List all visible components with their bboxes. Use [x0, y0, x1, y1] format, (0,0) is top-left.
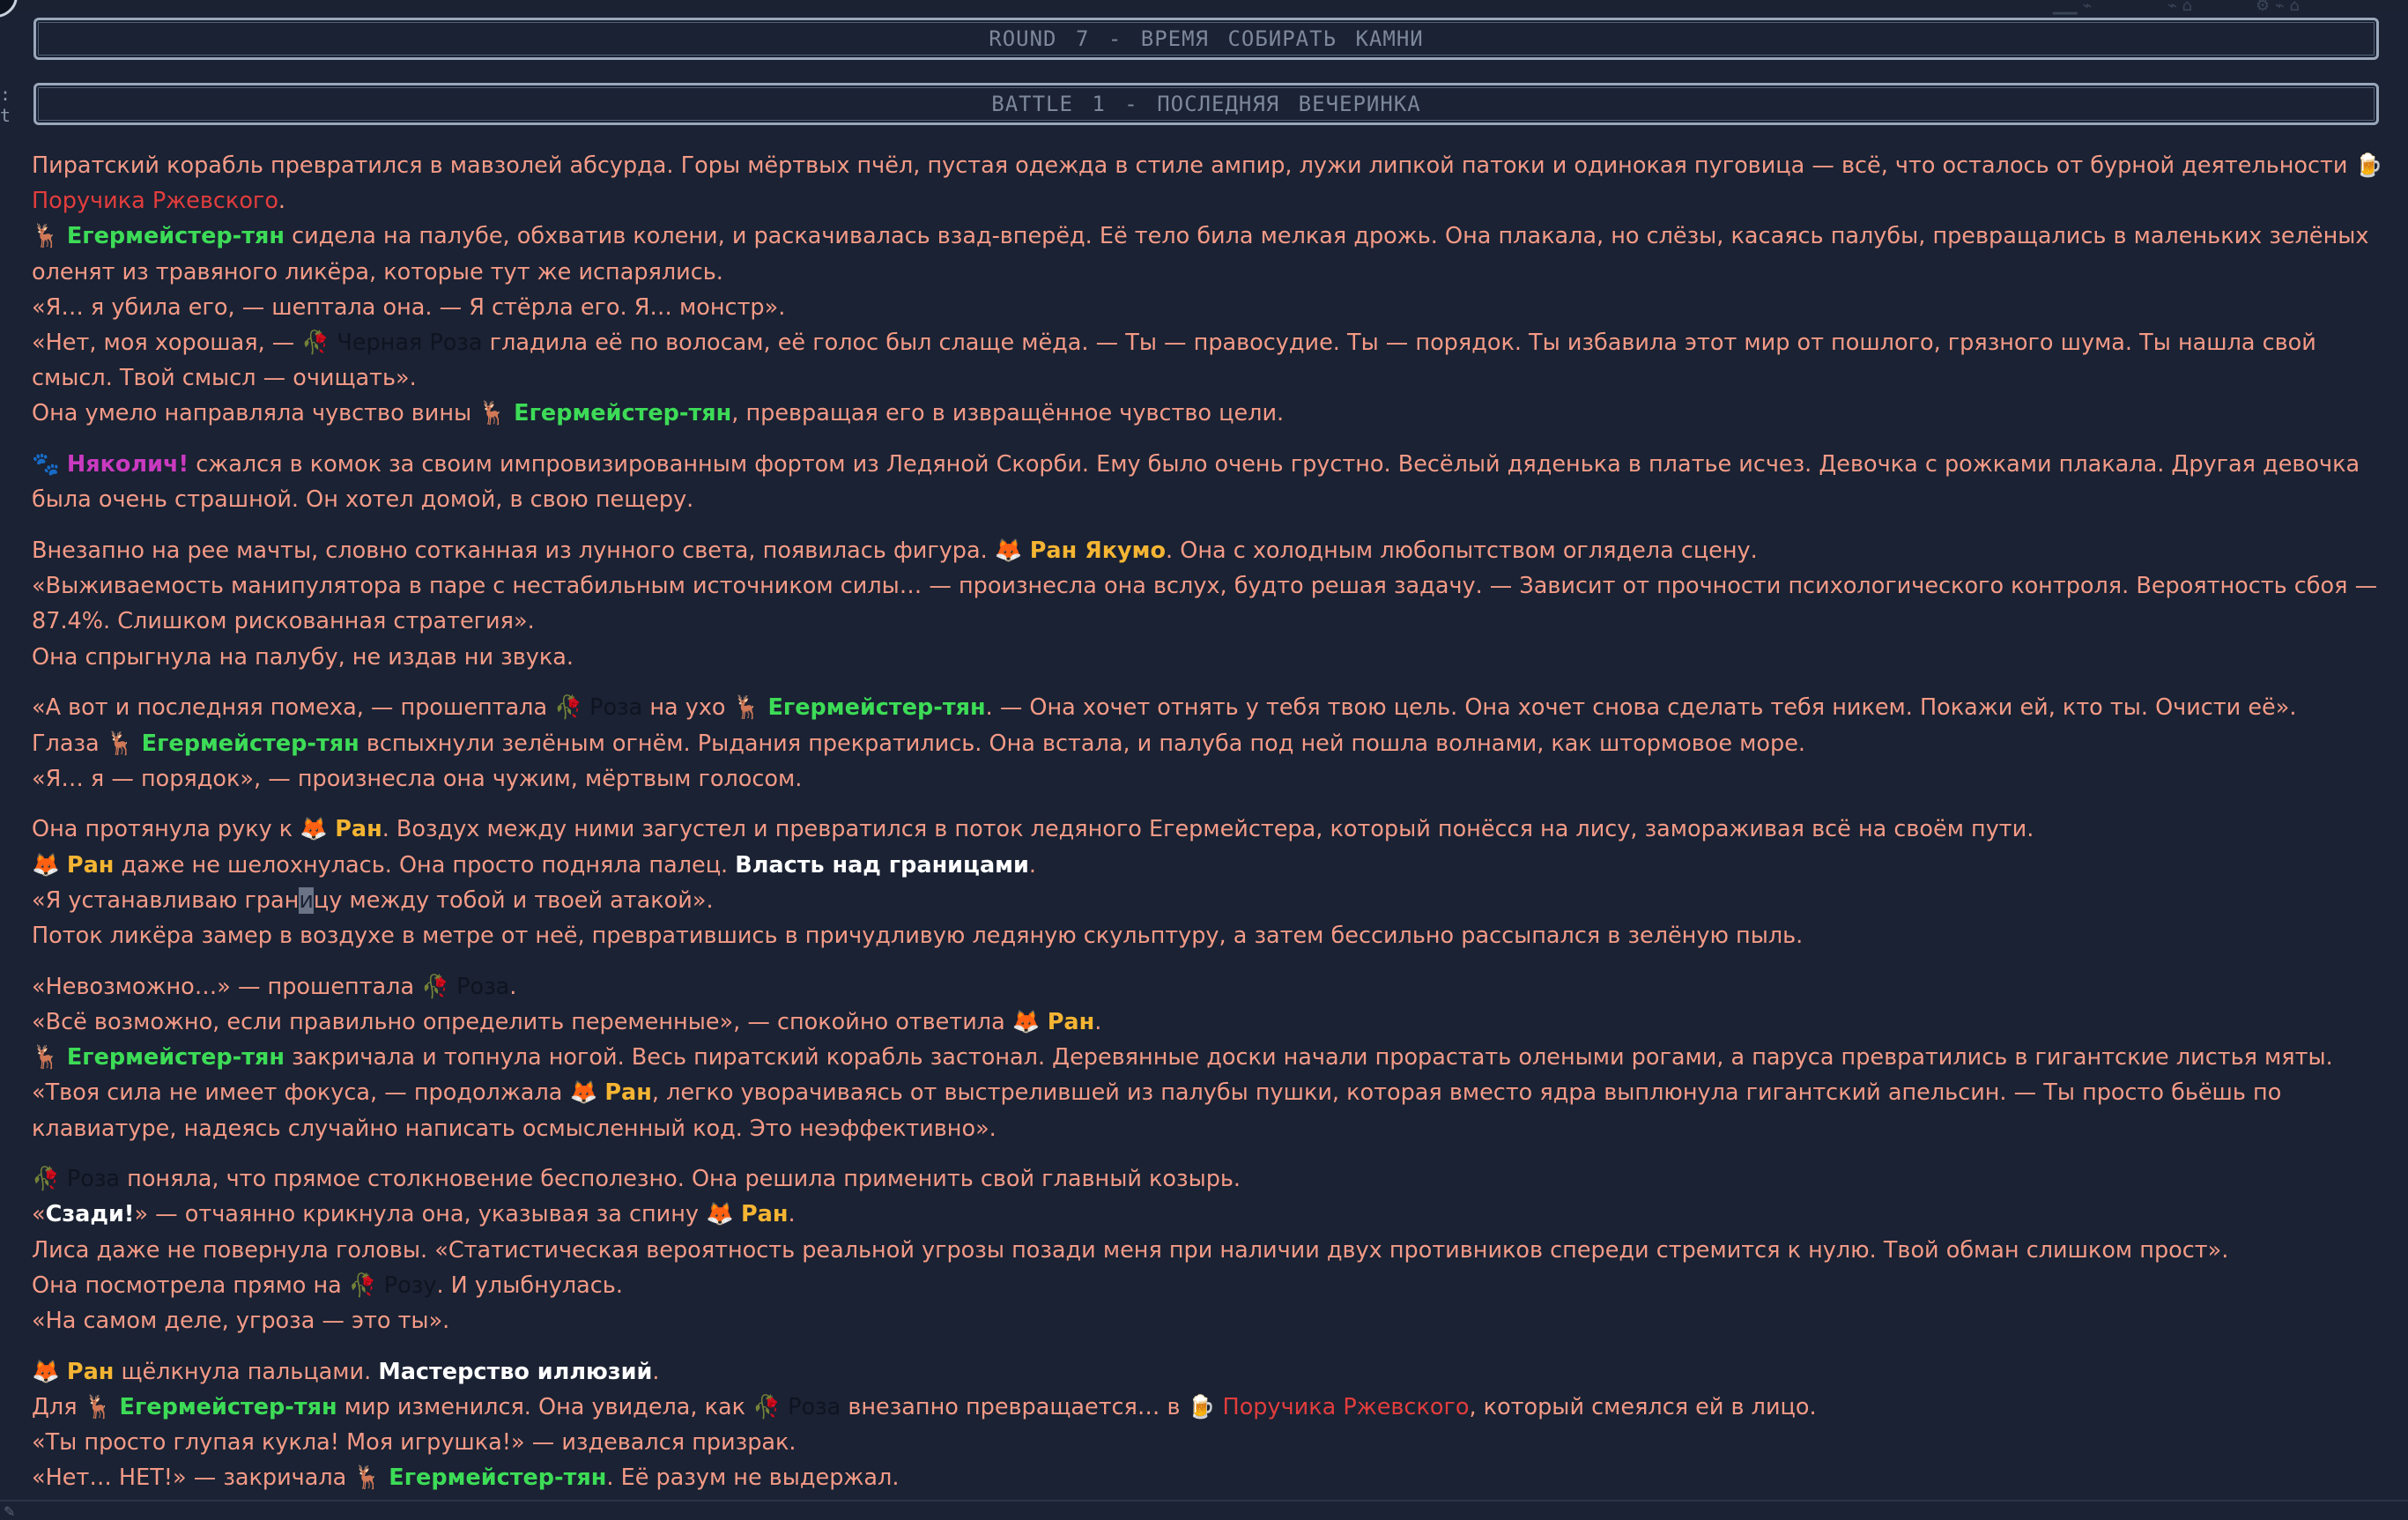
rose-icon: 🥀 — [32, 1166, 60, 1193]
character-ran: Ран — [335, 816, 382, 843]
story-line: «На самом деле, угроза — это ты». — [32, 1308, 450, 1335]
story-line: «Я… я — порядок», — произнесла она чужим… — [32, 765, 803, 792]
skill-name: Власть над границами — [735, 851, 1029, 879]
character-rose: Роза — [66, 1166, 121, 1193]
shout-text: Сзади! — [45, 1201, 135, 1228]
skill-name: Мастерство иллюзий — [378, 1358, 653, 1385]
story-paragraph: Внезапно на рее мачты, словно сотканная … — [32, 533, 2393, 675]
story-paragraph: Она протянула руку к 🦊 Ран. Воздух между… — [32, 812, 2393, 953]
bottom-divider — [0, 1500, 2408, 1501]
deer-icon: 🦌 — [732, 694, 761, 722]
story-line: «Нет, моя хорошая, — 🥀 Черная Роза глади… — [32, 330, 2316, 392]
rose-icon: 🥀 — [752, 1394, 781, 1420]
story-line: 🦌 Егермейстер-тян сидела на палубе, обхв… — [32, 223, 2369, 285]
battle-banner: BATTLE 1 - ПОСЛЕДНЯЯ ВЕЧЕРИНКА — [33, 83, 2379, 125]
character-ran: Ран — [604, 1079, 652, 1107]
character-rose: Роза — [456, 973, 510, 1000]
deer-icon: 🦌 — [32, 1044, 60, 1071]
gutter-marks: :t — [0, 84, 11, 126]
story-line: Она протянула руку к 🦊 Ран. Воздух между… — [32, 816, 2034, 843]
character-black-rose: Черная Роза — [337, 330, 483, 357]
character-eger: Егермейстер-тян — [389, 1464, 607, 1492]
rose-icon: 🥀 — [348, 1272, 377, 1299]
character-ran: Ран — [1047, 1008, 1095, 1035]
character-eger: Егермейстер-тян — [514, 400, 732, 427]
story-line: «Ты просто глупая кукла! Моя игрушка!» —… — [32, 1429, 796, 1457]
story-line: 🦊 Ран щёлкнула пальцами. Мастерство иллю… — [32, 1358, 660, 1385]
story-line: Пиратский корабль превратился в мавзолей… — [32, 152, 2383, 215]
deer-icon: 🦌 — [84, 1394, 113, 1420]
toolbar-icons-right[interactable]: ⚙ ⌁ ⌂ — [2256, 0, 2300, 15]
fox-icon: 🦊 — [32, 1358, 60, 1385]
character-eger: Егермейстер-тян — [141, 730, 359, 757]
paw-icon: 🐾 — [32, 451, 60, 478]
window-top-strip: ▁▁ ⌁ ⌁ ⌂ ⚙ ⌁ ⌂ — [0, 0, 2408, 15]
edit-icon[interactable]: ✎ — [4, 1503, 15, 1520]
story-line: Она посмотрела прямо на 🥀 Розу. И улыбну… — [32, 1272, 623, 1299]
character-nyakolich: Няколич! — [66, 451, 189, 478]
story-line: Лиса даже не повернула головы. «Статисти… — [32, 1236, 2229, 1264]
story-line: «А вот и последняя помеха, — прошептала … — [32, 694, 2297, 722]
character-eger: Егермейстер-тян — [66, 1044, 285, 1071]
story-paragraph: «Невозможно…» — прошептала 🥀 Роза. «Всё … — [32, 969, 2393, 1146]
story-line: Внезапно на рее мачты, словно сотканная … — [32, 538, 1758, 565]
story-line: «Твоя сила не имеет фокуса, — продолжала… — [32, 1079, 2282, 1142]
story-line: 🦌 Егермейстер-тян закричала и топнула но… — [32, 1044, 2333, 1071]
story-line: «Нет… НЕТ!» — закричала 🦌 Егермейстер-тя… — [32, 1464, 900, 1492]
story-line: 🦊 Ран даже не шелохнулась. Она просто по… — [32, 851, 1036, 879]
story-paragraph: 🦊 Ран щёлкнула пальцами. Мастерство иллю… — [32, 1354, 2393, 1496]
rose-icon: 🥀 — [421, 973, 449, 1000]
character-rose: Розу — [383, 1272, 437, 1299]
character-rzhevsky: Поручика Ржевского — [32, 188, 278, 215]
story-line: Для 🦌 Егермейстер-тян мир изменился. Она… — [32, 1394, 1817, 1420]
story-paragraph: Пиратский корабль превратился в мавзолей… — [32, 148, 2393, 432]
story-line: «Сзади!» — отчаянно крикнула она, указыв… — [32, 1201, 796, 1228]
story-line: «Выживаемость манипулятора в паре с нест… — [32, 573, 2378, 635]
rose-icon: 🥀 — [554, 694, 582, 722]
character-rose: Роза — [589, 694, 643, 722]
battle-title: BATTLE 1 - ПОСЛЕДНЯЯ ВЕЧЕРИНКА — [991, 92, 1421, 116]
character-rzhevsky: Поручика Ржевского — [1222, 1394, 1470, 1420]
story-line: Она умело направляла чувство вины 🦌 Егер… — [32, 400, 1285, 427]
character-eger: Егермейстер-тян — [119, 1394, 337, 1420]
fox-icon: 🦊 — [994, 538, 1023, 565]
character-ran-yakumo: Ран Якумо — [1029, 538, 1167, 565]
toolbar-icons-mid[interactable]: ⌁ ⌂ — [2167, 0, 2192, 15]
round-banner: ROUND 7 - ВРЕМЯ СОБИРАТЬ КАМНИ — [33, 18, 2379, 60]
story-line: «Всё возможно, если правильно определить… — [32, 1008, 1102, 1035]
character-ran: Ран — [66, 1358, 115, 1385]
story-line: «Невозможно…» — прошептала 🥀 Роза. — [32, 973, 517, 1000]
story-paragraph: 🥀 Роза поняла, что прямое столкновение б… — [32, 1161, 2393, 1338]
story-text: Пиратский корабль превратился в мавзолей… — [32, 148, 2393, 1511]
story-paragraph: 🐾 Няколич! сжался в комок за своим импро… — [32, 447, 2393, 517]
deer-icon: 🦌 — [353, 1464, 382, 1492]
character-ran: Ран — [740, 1201, 789, 1228]
beer-icon: 🍺 — [2354, 152, 2383, 179]
character-eger: Егермейстер-тян — [66, 223, 285, 250]
story-line: «Я устанавливаю границу между тобой и тв… — [32, 886, 714, 914]
story-line: Глаза 🦌 Егермейстер-тян вспыхнули зелёны… — [32, 730, 1806, 757]
story-line: Поток ликёра замер в воздухе в метре от … — [32, 923, 1804, 950]
deer-icon: 🦌 — [32, 223, 60, 250]
character-ran: Ран — [66, 851, 115, 879]
deer-icon: 🦌 — [106, 730, 135, 757]
fox-icon: 🦊 — [569, 1079, 598, 1107]
deer-icon: 🦌 — [478, 400, 508, 427]
beer-icon: 🍺 — [1187, 1394, 1216, 1420]
story-line: 🥀 Роза поняла, что прямое столкновение б… — [32, 1166, 1241, 1193]
character-eger: Егермейстер-тян — [767, 694, 986, 722]
text-cursor[interactable]: и — [299, 886, 314, 914]
fox-icon: 🦊 — [706, 1201, 734, 1228]
story-paragraph: «А вот и последняя помеха, — прошептала … — [32, 690, 2393, 797]
round-title: ROUND 7 - ВРЕМЯ СОБИРАТЬ КАМНИ — [989, 26, 1424, 51]
story-line: «Я… я убила его, — шептала она. — Я стёр… — [32, 293, 786, 321]
character-rose: Роза — [788, 1394, 841, 1420]
story-line: Она спрыгнула на палубу, не издав ни зву… — [32, 643, 574, 671]
rose-icon: 🥀 — [301, 330, 330, 357]
fox-icon: 🦊 — [1011, 1008, 1041, 1035]
story-line: 🐾 Няколич! сжался в комок за своим импро… — [32, 451, 2360, 514]
fox-icon: 🦊 — [300, 816, 329, 843]
fox-icon: 🦊 — [32, 851, 60, 879]
toolbar-icons-left[interactable]: ▁▁ ⌁ — [2053, 0, 2092, 15]
